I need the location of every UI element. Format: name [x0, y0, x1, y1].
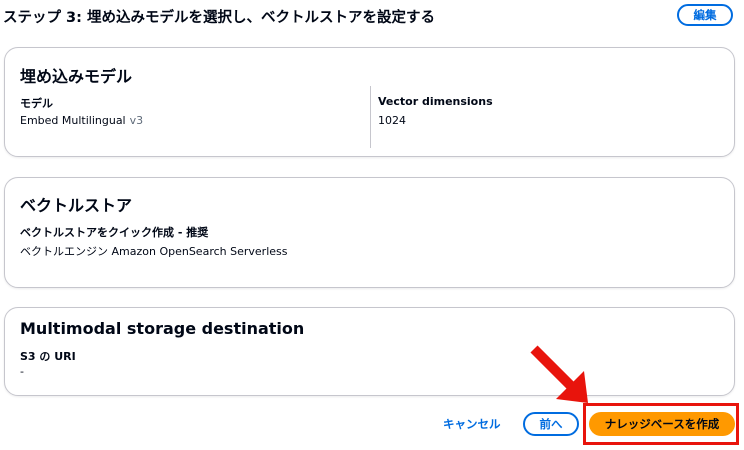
annotation-arrow-icon [530, 345, 588, 403]
vector-dimensions-value: 1024 [378, 114, 406, 127]
s3-uri-value: - [20, 365, 24, 378]
column-divider [370, 86, 371, 148]
card-title-multimodal-storage: Multimodal storage destination [20, 319, 305, 338]
edit-button[interactable]: 編集 [677, 4, 733, 26]
model-label: モデル [20, 97, 53, 110]
previous-button[interactable]: 前へ [523, 412, 579, 436]
multimodal-storage-card: Multimodal storage destination S3 の URI … [4, 307, 735, 396]
vector-dimensions-label: Vector dimensions [378, 95, 493, 108]
model-name: Embed Multilingual [20, 114, 126, 127]
embedding-model-card: 埋め込みモデル モデル Embed Multilingual v3 Vector … [4, 47, 735, 157]
vector-store-card: ベクトルストア ベクトルストアをクイック作成 - 推奨 ベクトルエンジン Ama… [4, 177, 735, 288]
step-header: ステップ 3: 埋め込みモデルを選択し、ベクトルストアを設定する 編集 [0, 0, 744, 34]
vector-engine-value: ベクトルエンジン Amazon OpenSearch Serverless [20, 245, 288, 258]
create-knowledge-base-button[interactable]: ナレッジベースを作成 [589, 412, 735, 436]
model-value: Embed Multilingual v3 [20, 114, 143, 127]
cancel-button[interactable]: キャンセル [443, 416, 501, 432]
page-title: ステップ 3: 埋め込みモデルを選択し、ベクトルストアを設定する [3, 10, 435, 26]
model-version: v3 [129, 114, 144, 127]
card-title-embedding-model: 埋め込みモデル [20, 67, 133, 86]
card-title-vector-store: ベクトルストア [20, 196, 133, 215]
s3-uri-label: S3 の URI [20, 350, 76, 363]
quick-create-label: ベクトルストアをクイック作成 - 推奨 [20, 226, 209, 239]
